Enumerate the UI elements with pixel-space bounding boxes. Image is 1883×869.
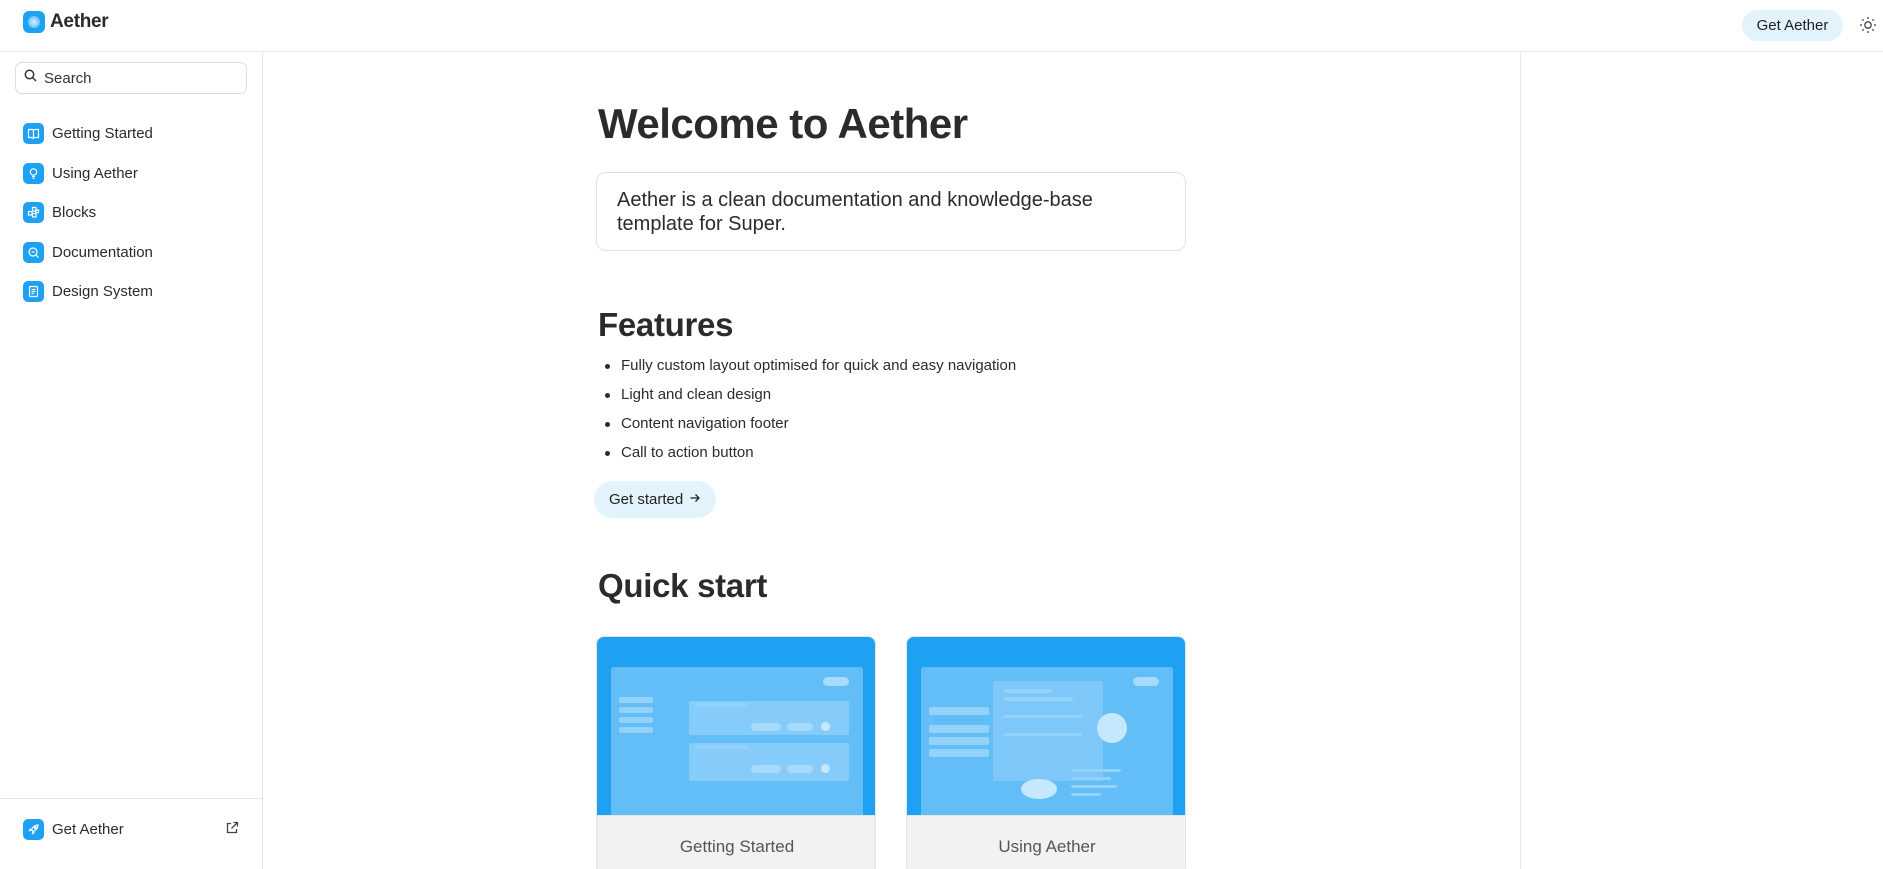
- sidebar-item-label: Getting Started: [52, 125, 153, 143]
- sidebar-item-label: Design System: [52, 283, 153, 301]
- brand-name: Aether: [50, 11, 109, 32]
- get-aether-button[interactable]: Get Aether: [1742, 10, 1843, 41]
- card-label: Using Aether: [907, 815, 1185, 869]
- sidebar-item-documentation[interactable]: Documentation: [23, 233, 253, 273]
- sidebar-item-label: Documentation: [52, 243, 153, 261]
- features-heading: Features: [598, 306, 734, 343]
- book-icon: [23, 123, 44, 145]
- list-item: Content navigation footer: [605, 415, 1181, 444]
- search-box[interactable]: [15, 62, 247, 94]
- list-item: Fully custom layout optimised for quick …: [605, 357, 1181, 386]
- card-label: Getting Started: [597, 815, 875, 869]
- get-aether-link[interactable]: Get Aether: [23, 819, 124, 840]
- page-title: Welcome to Aether: [598, 100, 968, 147]
- intro-callout: Aether is a clean documentation and know…: [596, 172, 1186, 251]
- sidebar-item-getting-started[interactable]: Getting Started: [23, 114, 253, 154]
- quickstart-heading: Quick start: [598, 567, 768, 604]
- sidebar-item-blocks[interactable]: Blocks: [23, 193, 253, 233]
- sidebar-nav: Getting Started Using Aether Blocks Docu…: [23, 114, 253, 312]
- right-rail-divider: [1520, 52, 1521, 869]
- sidebar: Getting Started Using Aether Blocks Docu…: [0, 52, 263, 869]
- arrow-right-icon: [689, 491, 701, 508]
- list-item: Light and clean design: [605, 386, 1181, 415]
- brand-logo[interactable]: Aether: [23, 11, 109, 33]
- get-started-button[interactable]: Get started: [594, 481, 717, 518]
- search-input[interactable]: [44, 69, 234, 87]
- card-thumbnail: [907, 637, 1185, 815]
- document-icon: [23, 281, 44, 303]
- card-using-aether[interactable]: Using Aether: [906, 636, 1186, 869]
- sidebar-item-label: Using Aether: [52, 164, 138, 182]
- get-aether-label: Get Aether: [52, 821, 124, 838]
- card-getting-started[interactable]: Getting Started: [596, 636, 876, 869]
- blocks-icon: [23, 202, 44, 224]
- sun-icon[interactable]: [1857, 14, 1879, 36]
- sidebar-item-label: Blocks: [52, 204, 97, 222]
- sidebar-footer: Get Aether: [0, 798, 262, 869]
- search-doc-icon: [23, 241, 44, 263]
- features-list: Fully custom layout optimised for quick …: [605, 357, 1181, 473]
- external-link-icon[interactable]: [225, 821, 241, 837]
- list-item: Call to action button: [605, 444, 1181, 473]
- rocket-icon: [23, 819, 44, 840]
- search-icon: [24, 69, 37, 87]
- sidebar-item-design-system[interactable]: Design System: [23, 272, 253, 312]
- top-header: Aether Get Aether: [0, 0, 1883, 52]
- sidebar-item-using-aether[interactable]: Using Aether: [23, 154, 253, 194]
- get-started-label: Get started: [609, 491, 684, 508]
- lightbulb-icon: [23, 162, 44, 184]
- card-thumbnail: [597, 637, 875, 815]
- aether-logo-icon: [23, 11, 45, 33]
